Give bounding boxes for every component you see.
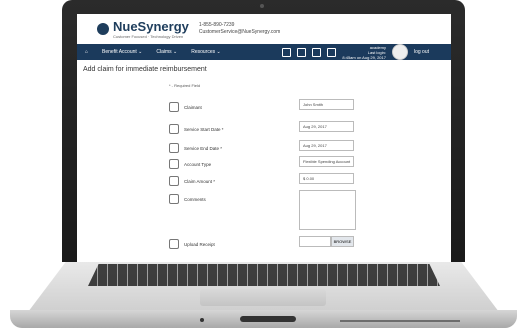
- upload-label: Upload Receipt: [184, 241, 215, 247]
- brand-tagline: Customer Focused · Technology Driven: [113, 34, 184, 39]
- main-nav: ⌂ Benefit Account ⌄ Claims ⌄ Resources ⌄…: [77, 44, 451, 60]
- claimant-row: Claimant: [169, 102, 202, 112]
- amount-label: Claim Amount *: [184, 178, 216, 184]
- latch: [240, 316, 296, 322]
- screen: NueSynergy Customer Focused · Technology…: [77, 14, 451, 262]
- logo-icon: [97, 23, 109, 35]
- account-type-row: Account Type: [169, 159, 211, 169]
- required-note: * - Required Field: [169, 83, 201, 88]
- comments-label: Comments: [184, 196, 206, 202]
- logout-link[interactable]: log out: [414, 49, 429, 55]
- print-icon[interactable]: [297, 47, 307, 57]
- end-date-row: Service End Date *: [169, 143, 222, 153]
- contact-block: 1-855-890-7239 CustomerService@NueSynerg…: [199, 22, 280, 36]
- comments-textarea[interactable]: [299, 190, 356, 230]
- toolbar: academy Last login: 8:45am on Aug 29, 20…: [282, 44, 443, 60]
- nav-benefit-account[interactable]: Benefit Account ⌄: [102, 49, 142, 55]
- page-title: Add claim for immediate reimbursement: [83, 66, 207, 73]
- person-icon: [169, 102, 179, 112]
- wallet-icon: [169, 159, 179, 169]
- dollar-icon: [169, 176, 179, 186]
- browse-button[interactable]: BROWSE: [331, 236, 354, 247]
- account-type-select[interactable]: Flexible Spending Account: [299, 156, 354, 167]
- end-date-input[interactable]: Aug 29, 2017: [299, 140, 354, 151]
- amount-input[interactable]: $ 0.00: [299, 173, 354, 184]
- comment-icon: [169, 194, 179, 204]
- upload-icon: [169, 239, 179, 249]
- user-info: academy Last login: 8:45am on Aug 29, 20…: [342, 45, 386, 60]
- phone-number[interactable]: 1-855-890-7239: [199, 22, 280, 29]
- nav-resources[interactable]: Resources ⌄: [191, 49, 220, 55]
- claimant-label: Claimant: [184, 104, 202, 110]
- comments-row: Comments: [169, 194, 206, 204]
- trackpad: [200, 289, 326, 306]
- upload-input[interactable]: [299, 236, 331, 247]
- alerts-icon[interactable]: [312, 47, 322, 57]
- end-date-label: Service End Date *: [184, 145, 223, 151]
- messages-icon[interactable]: [327, 47, 337, 57]
- documents-icon[interactable]: [282, 47, 292, 57]
- calendar-icon: [169, 124, 179, 134]
- camera-icon: [260, 4, 264, 8]
- nav-claims[interactable]: Claims ⌄: [156, 49, 177, 55]
- calendar-icon: [169, 143, 179, 153]
- upload-row: Upload Receipt: [169, 239, 215, 249]
- start-date-input[interactable]: Aug 29, 2017: [299, 121, 354, 132]
- support-email[interactable]: CustomerService@NueSynergy.com: [199, 29, 280, 36]
- brand-name: NueSynergy: [113, 19, 189, 34]
- start-date-row: Service Start Date *: [169, 124, 224, 134]
- claimant-select[interactable]: John Smith: [299, 99, 354, 110]
- drive-slot: [340, 320, 460, 322]
- start-date-label: Service Start Date *: [184, 126, 224, 132]
- avatar[interactable]: [391, 44, 408, 60]
- last-login-value: 8:45am on Aug 29, 2017: [342, 54, 386, 60]
- keyboard: [88, 264, 440, 286]
- led-indicator: [200, 318, 204, 322]
- home-icon[interactable]: ⌂: [85, 49, 88, 55]
- header: NueSynergy Customer Focused · Technology…: [77, 14, 451, 44]
- amount-row: Claim Amount *: [169, 176, 215, 186]
- account-type-label: Account Type: [184, 161, 212, 167]
